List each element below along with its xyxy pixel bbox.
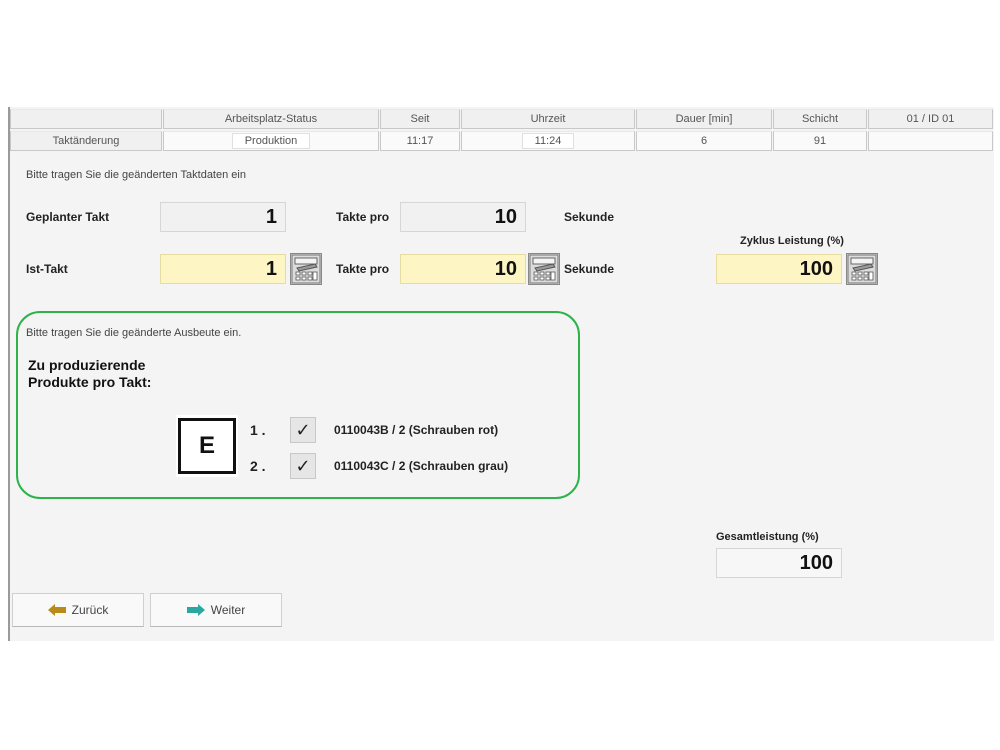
calculator-icon[interactable]: [290, 253, 322, 285]
products-per-takt-title: Zu produzierende Produkte pro Takt:: [28, 357, 152, 390]
since-value: 11:17: [380, 131, 460, 151]
id-value: [868, 131, 993, 151]
header-col-id: 01 / ID 01: [868, 109, 993, 129]
calculator-graphic: [847, 254, 877, 284]
header-col-duration: Dauer [min]: [636, 109, 772, 129]
back-button-label: Zurück: [71, 603, 109, 617]
cycle-performance-input[interactable]: 100: [716, 254, 842, 284]
takt-intro-text: Bitte tragen Sie die geänderten Taktdate…: [26, 169, 246, 181]
actual-takt-per-label: Takte pro: [336, 262, 390, 276]
status-value: Produktion: [163, 131, 379, 151]
yield-intro-text: Bitte tragen Sie die geänderte Ausbeute …: [26, 327, 242, 339]
mode-tab[interactable]: Taktänderung: [10, 131, 162, 151]
e-badge-letter: E: [178, 418, 236, 474]
header-values-row: Taktänderung Produktion 11:17 11:24 6 91: [10, 131, 996, 153]
time-value-text: 11:24: [521, 133, 575, 149]
time-value: 11:24: [461, 131, 635, 151]
yield-group: Bitte tragen Sie die geänderte Ausbeute …: [16, 311, 580, 499]
product-row: 2 . ✓ 0110043C / 2 (Schrauben grau): [250, 451, 508, 481]
product-label: 0110043B / 2 (Schrauben rot): [334, 423, 499, 437]
header-col-shift: Schicht: [773, 109, 867, 129]
total-performance-field: 100: [716, 548, 842, 578]
planned-takt-per-field: 10: [400, 202, 526, 232]
calculator-icon[interactable]: [846, 253, 878, 285]
header-col-blank: [10, 109, 162, 129]
back-button[interactable]: Zurück: [12, 593, 144, 627]
header-col-time: Uhrzeit: [461, 109, 635, 129]
product-row: 1 . ✓ 0110043B / 2 (Schrauben rot): [250, 415, 498, 445]
header-col-since: Seit: [380, 109, 460, 129]
product-checkbox[interactable]: ✓: [290, 453, 316, 479]
next-button[interactable]: Weiter: [150, 593, 282, 627]
product-label: 0110043C / 2 (Schrauben grau): [334, 459, 509, 473]
cycle-performance-label: Zyklus Leistung (%): [740, 235, 844, 247]
arrow-right-icon: [186, 604, 205, 616]
calculator-icon[interactable]: [528, 253, 560, 285]
planned-takt-label: Geplanter Takt: [26, 210, 110, 224]
calculator-graphic: [291, 254, 321, 284]
planned-takt-field: 1: [160, 202, 286, 232]
status-value-text: Produktion: [231, 133, 311, 149]
next-button-label: Weiter: [210, 603, 246, 617]
takt-change-panel: Arbeitsplatz-Status Seit Uhrzeit Dauer […: [8, 107, 994, 641]
shift-value: 91: [773, 131, 867, 151]
product-number: 1 .: [250, 422, 266, 438]
planned-unit-label: Sekunde: [564, 210, 615, 224]
total-performance-label: Gesamtleistung (%): [716, 531, 819, 543]
header-labels-row: Arbeitsplatz-Status Seit Uhrzeit Dauer […: [10, 109, 996, 131]
duration-value: 6: [636, 131, 772, 151]
product-checkbox[interactable]: ✓: [290, 417, 316, 443]
actual-takt-per-input[interactable]: 10: [400, 254, 526, 284]
actual-takt-label: Ist-Takt: [26, 262, 68, 276]
arrow-left-icon: [47, 604, 66, 616]
planned-takt-per-label: Takte pro: [336, 210, 390, 224]
actual-takt-input[interactable]: 1: [160, 254, 286, 284]
product-number: 2 .: [250, 458, 266, 474]
status-header: Arbeitsplatz-Status Seit Uhrzeit Dauer […: [10, 107, 996, 154]
calculator-graphic: [529, 254, 559, 284]
actual-unit-label: Sekunde: [564, 262, 615, 276]
header-col-status: Arbeitsplatz-Status: [163, 109, 379, 129]
e-badge: E: [176, 415, 238, 477]
